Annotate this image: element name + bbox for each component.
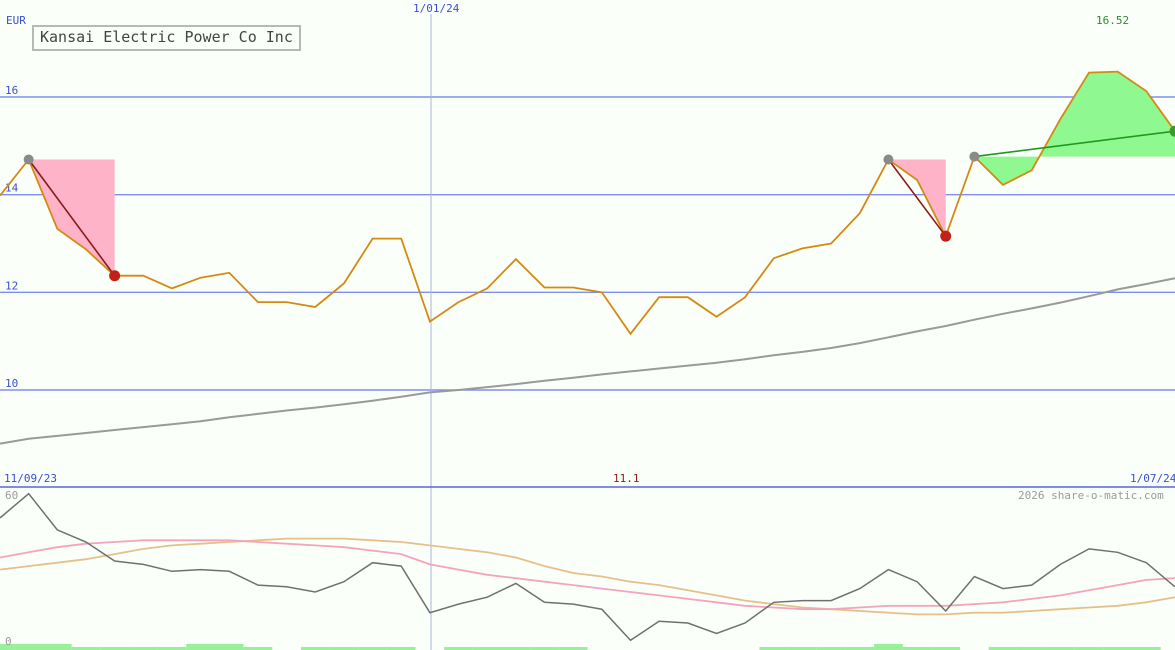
currency-label: EUR [6, 14, 26, 27]
top-date-label: 1/01/24 [413, 2, 460, 15]
price-series-line [0, 70, 1175, 336]
signal-fills [28, 71, 1175, 276]
end-date-label: 1/07/24 [1130, 472, 1175, 485]
signal-start-dot-2 [969, 151, 980, 162]
last-value-label: 16.52 [1096, 14, 1130, 27]
signal-fill-2 [974, 71, 1175, 185]
signal-end-dot-0 [109, 270, 121, 282]
osc-main-line [0, 492, 1175, 642]
oscillator-panel [0, 492, 1175, 650]
price-line [0, 70, 1175, 336]
signal-end-dot-1 [940, 230, 952, 242]
grid-lines: 10121416 [0, 14, 1175, 650]
osc-bottom-label: 0 [5, 635, 12, 648]
y-tick-10: 10 [5, 377, 18, 390]
start-date-label: 11/09/23 [4, 472, 57, 485]
volume-bar-7 [186, 644, 215, 650]
company-title: Kansai Electric Power Co Inc [32, 25, 301, 51]
volume-bar-31 [874, 644, 903, 650]
volume-bar-2 [42, 644, 72, 650]
volume-bar-1 [14, 644, 43, 650]
moving-average [0, 277, 1175, 445]
signal-start-dot-0 [23, 154, 34, 165]
signal-markers [23, 125, 1175, 282]
osc-top-label: 60 [5, 489, 19, 502]
watermark: 2026 share-o-matic.com [1018, 489, 1164, 502]
signal-start-dot-1 [883, 154, 894, 165]
volume-bar-8 [214, 644, 244, 650]
mid-value-label: 11.1 [613, 472, 640, 485]
y-tick-12: 12 [5, 279, 18, 292]
y-tick-16: 16 [5, 84, 18, 97]
stock-chart: 10121416 [0, 14, 1175, 650]
ma-long-line [0, 277, 1175, 445]
